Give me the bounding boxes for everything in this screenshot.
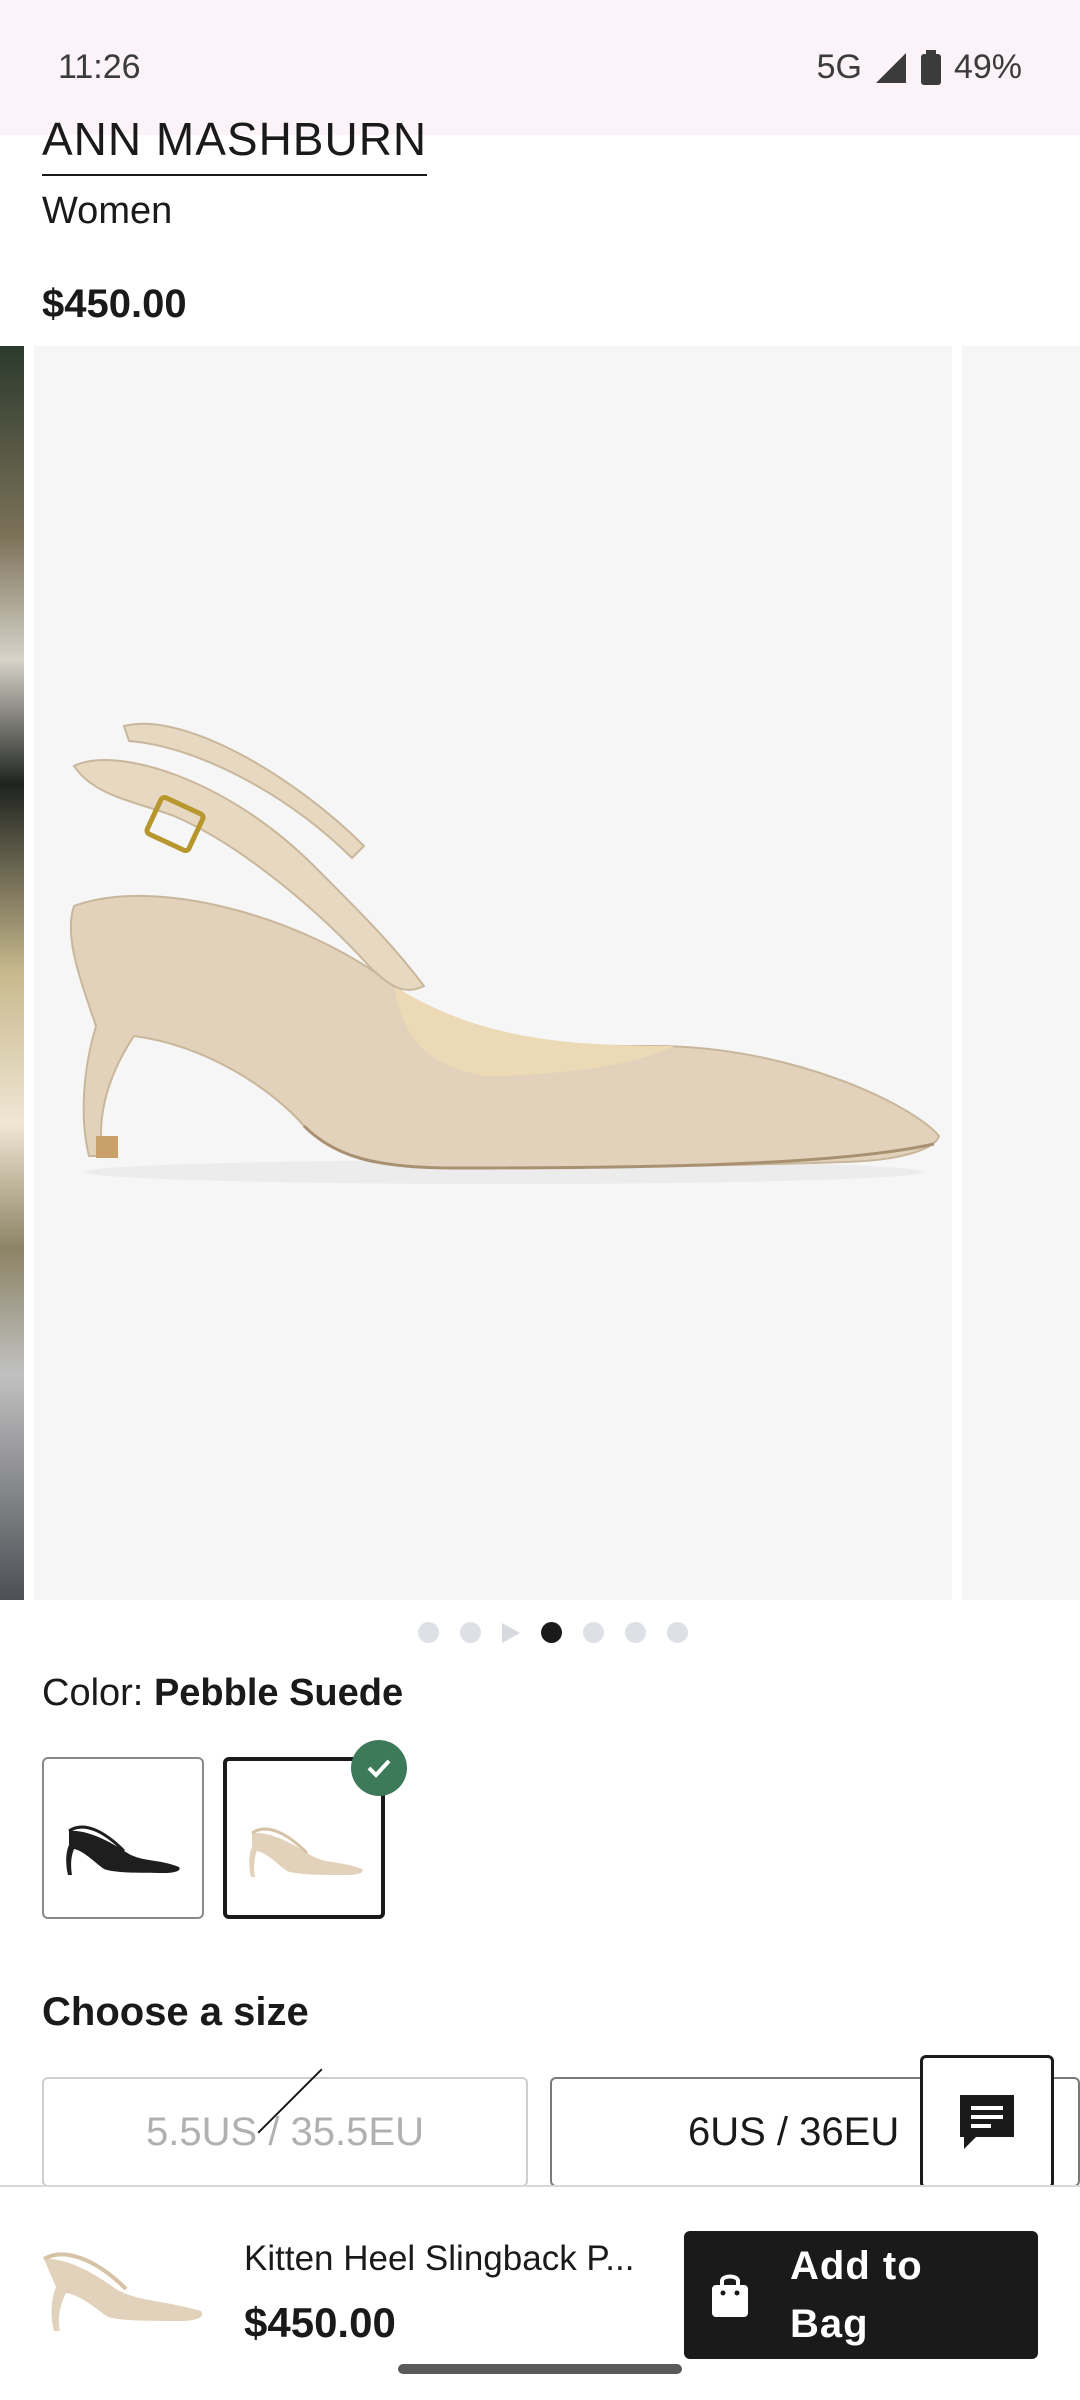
previous-image-peek[interactable]	[0, 346, 24, 1600]
size-option-5-5[interactable]: 5.5US / 35.5EU	[42, 2077, 528, 2187]
product-price: $450.00	[42, 282, 187, 326]
brand-link[interactable]: ANN MASHBURN	[42, 118, 428, 176]
shopping-bag-icon	[712, 2274, 748, 2317]
pagination-dot[interactable]	[582, 1622, 604, 1643]
product-image-gallery[interactable]	[0, 346, 1080, 1600]
pagination-dot[interactable]	[666, 1622, 688, 1643]
status-time: 11:26	[58, 48, 141, 86]
battery-icon	[920, 49, 941, 85]
add-to-bag-button[interactable]: Add to Bag	[684, 2231, 1038, 2359]
battery-percent: 49%	[953, 48, 1022, 86]
product-image[interactable]	[34, 346, 952, 1600]
pagination-dot[interactable]	[459, 1622, 481, 1643]
sticky-price: $450.00	[244, 2299, 396, 2346]
product-name: Kitten Heel Slingback P...	[244, 2239, 635, 2278]
shoe-illustration	[69, 722, 941, 1184]
add-to-bag-label: Add to Bag	[790, 2244, 923, 2346]
home-indicator[interactable]	[398, 2364, 682, 2374]
chat-button[interactable]	[920, 2055, 1054, 2189]
gallery-pagination	[0, 1622, 1080, 1643]
video-play-icon[interactable]	[501, 1622, 520, 1643]
pagination-dot[interactable]	[417, 1622, 439, 1643]
product-thumbnail	[42, 2252, 203, 2331]
network-label: 5G	[816, 48, 862, 86]
shoe-thumbnail-black	[66, 1825, 180, 1875]
size-section-title: Choose a size	[42, 1990, 309, 2034]
signal-icon	[875, 52, 906, 83]
selected-check-icon	[351, 1740, 407, 1796]
next-image-peek[interactable]	[962, 346, 1080, 1600]
color-label: Color: Pebble Suede	[42, 1672, 404, 1714]
pagination-dot[interactable]	[624, 1622, 646, 1643]
color-swatch-black[interactable]	[42, 1757, 204, 1919]
chat-icon	[960, 2095, 1014, 2149]
pagination-dot-active[interactable]	[540, 1622, 562, 1643]
status-icons: 5G 49%	[817, 48, 1022, 87]
status-bar: 11:26 5G 49%	[0, 0, 1080, 135]
product-category: Women	[42, 190, 173, 232]
